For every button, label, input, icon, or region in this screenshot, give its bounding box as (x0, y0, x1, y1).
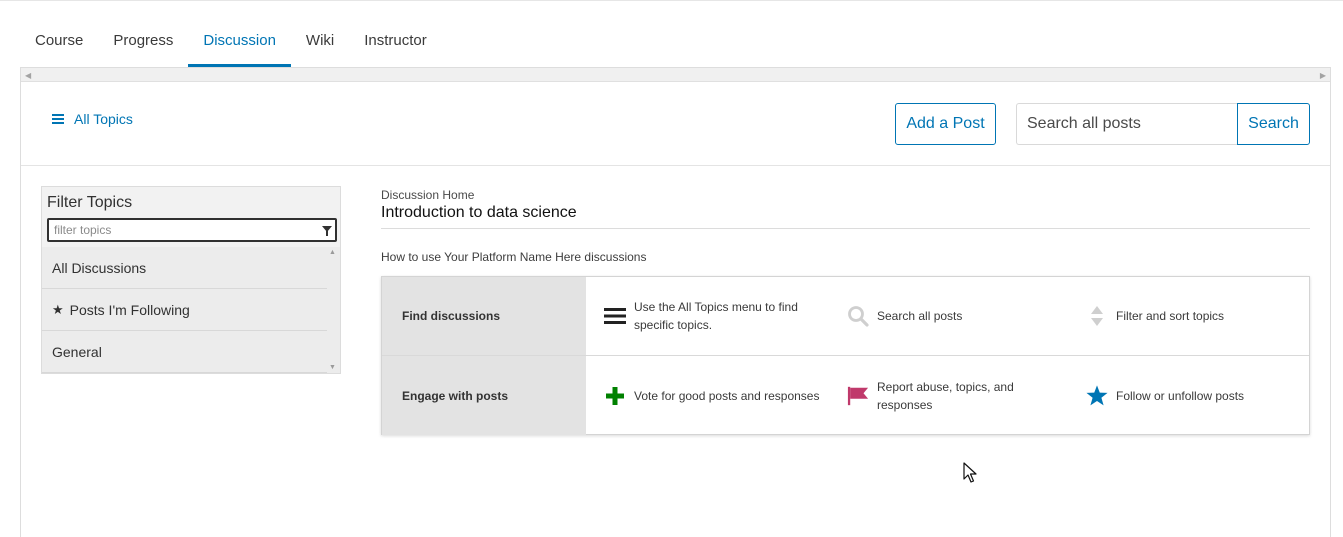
course-tabs: Course Progress Discussion Wiki Instruct… (20, 14, 442, 68)
guide-item: Use the All Topics menu to find specific… (604, 277, 824, 355)
tab-progress[interactable]: Progress (98, 14, 188, 67)
plus-icon (604, 386, 626, 406)
add-post-button[interactable]: Add a Post (895, 103, 996, 145)
tab-wiki[interactable]: Wiki (291, 14, 349, 67)
guide-item: Vote for good posts and responses (604, 356, 824, 435)
guide-item: Filter and sort topics (1086, 277, 1301, 355)
search-button[interactable]: Search (1237, 103, 1310, 145)
guide-item: Follow or unfollow posts (1086, 356, 1301, 435)
guide-row-label: Engage with posts (382, 356, 586, 435)
search-icon (847, 305, 869, 327)
guide-item-text: Report abuse, topics, and responses (877, 379, 1014, 412)
guide-item: Search all posts (847, 277, 1067, 355)
topic-posts-following[interactable]: ★ Posts I'm Following (42, 289, 327, 331)
filter-icon (322, 226, 332, 236)
horizontal-scrollbar[interactable]: ◀ ▶ (21, 68, 1330, 82)
star-icon: ★ (52, 301, 64, 317)
discussion-header: All Topics Add a Post Search (21, 83, 1330, 166)
topic-label: Posts I'm Following (69, 301, 190, 318)
scroll-down-icon[interactable]: ▼ (329, 364, 336, 371)
guide-item-text: Use the All Topics menu to find specific… (634, 300, 798, 332)
flag-icon (847, 385, 869, 407)
menu-icon (604, 307, 626, 325)
scroll-left-icon[interactable]: ◀ (25, 71, 31, 80)
filter-topics-title: Filter Topics (47, 194, 133, 211)
guide-item-text: Vote for good posts and responses (634, 388, 820, 403)
topic-label: All Discussions (52, 259, 147, 276)
guide-item-text: Filter and sort topics (1116, 309, 1225, 323)
mouse-cursor-icon (963, 462, 977, 489)
tab-instructor[interactable]: Instructor (349, 14, 442, 67)
guide-row-label: Find discussions (382, 277, 586, 355)
filter-topics-sidebar: Filter Topics All Discussions ★ Posts I'… (41, 186, 341, 374)
topic-list-scrollbar[interactable]: ▲ ▼ (328, 247, 338, 373)
all-topics-label: All Topics (74, 111, 133, 127)
all-topics-menu-button[interactable]: All Topics (52, 111, 133, 127)
scroll-up-icon[interactable]: ▲ (329, 249, 336, 256)
divider (381, 228, 1310, 229)
topic-list: All Discussions ★ Posts I'm Following Ge… (42, 247, 340, 373)
guide-item-text: Follow or unfollow posts (1116, 388, 1245, 403)
guide-item-text: Search all posts (877, 309, 963, 323)
guide-item: Report abuse, topics, and responses (847, 356, 1067, 435)
howto-heading: How to use Your Platform Name Here discu… (381, 250, 647, 264)
guide-row-find: Find discussions Use the All Topics menu… (382, 277, 1309, 356)
sort-icon (1086, 305, 1108, 327)
topic-all-discussions[interactable]: All Discussions (42, 247, 327, 289)
topic-label: General (52, 343, 102, 360)
discussion-frame: ◀ ▶ All Topics Add a Post Search Filter … (20, 67, 1331, 537)
guide-row-engage: Engage with posts Vote for good posts an… (382, 356, 1309, 435)
search-input[interactable] (1016, 103, 1238, 145)
scroll-right-icon[interactable]: ▶ (1320, 71, 1326, 80)
topic-general[interactable]: General (42, 331, 327, 373)
tab-discussion[interactable]: Discussion (188, 14, 291, 67)
filter-topics-input[interactable] (49, 220, 309, 240)
star-icon (1086, 384, 1108, 407)
tab-course[interactable]: Course (20, 14, 98, 67)
filter-topics-field[interactable] (47, 218, 337, 242)
breadcrumb[interactable]: Discussion Home (381, 188, 474, 202)
top-border (0, 0, 1343, 1)
discussion-guide-table: Find discussions Use the All Topics menu… (381, 276, 1310, 435)
course-title: Introduction to data science (381, 204, 577, 221)
menu-icon (52, 114, 64, 124)
